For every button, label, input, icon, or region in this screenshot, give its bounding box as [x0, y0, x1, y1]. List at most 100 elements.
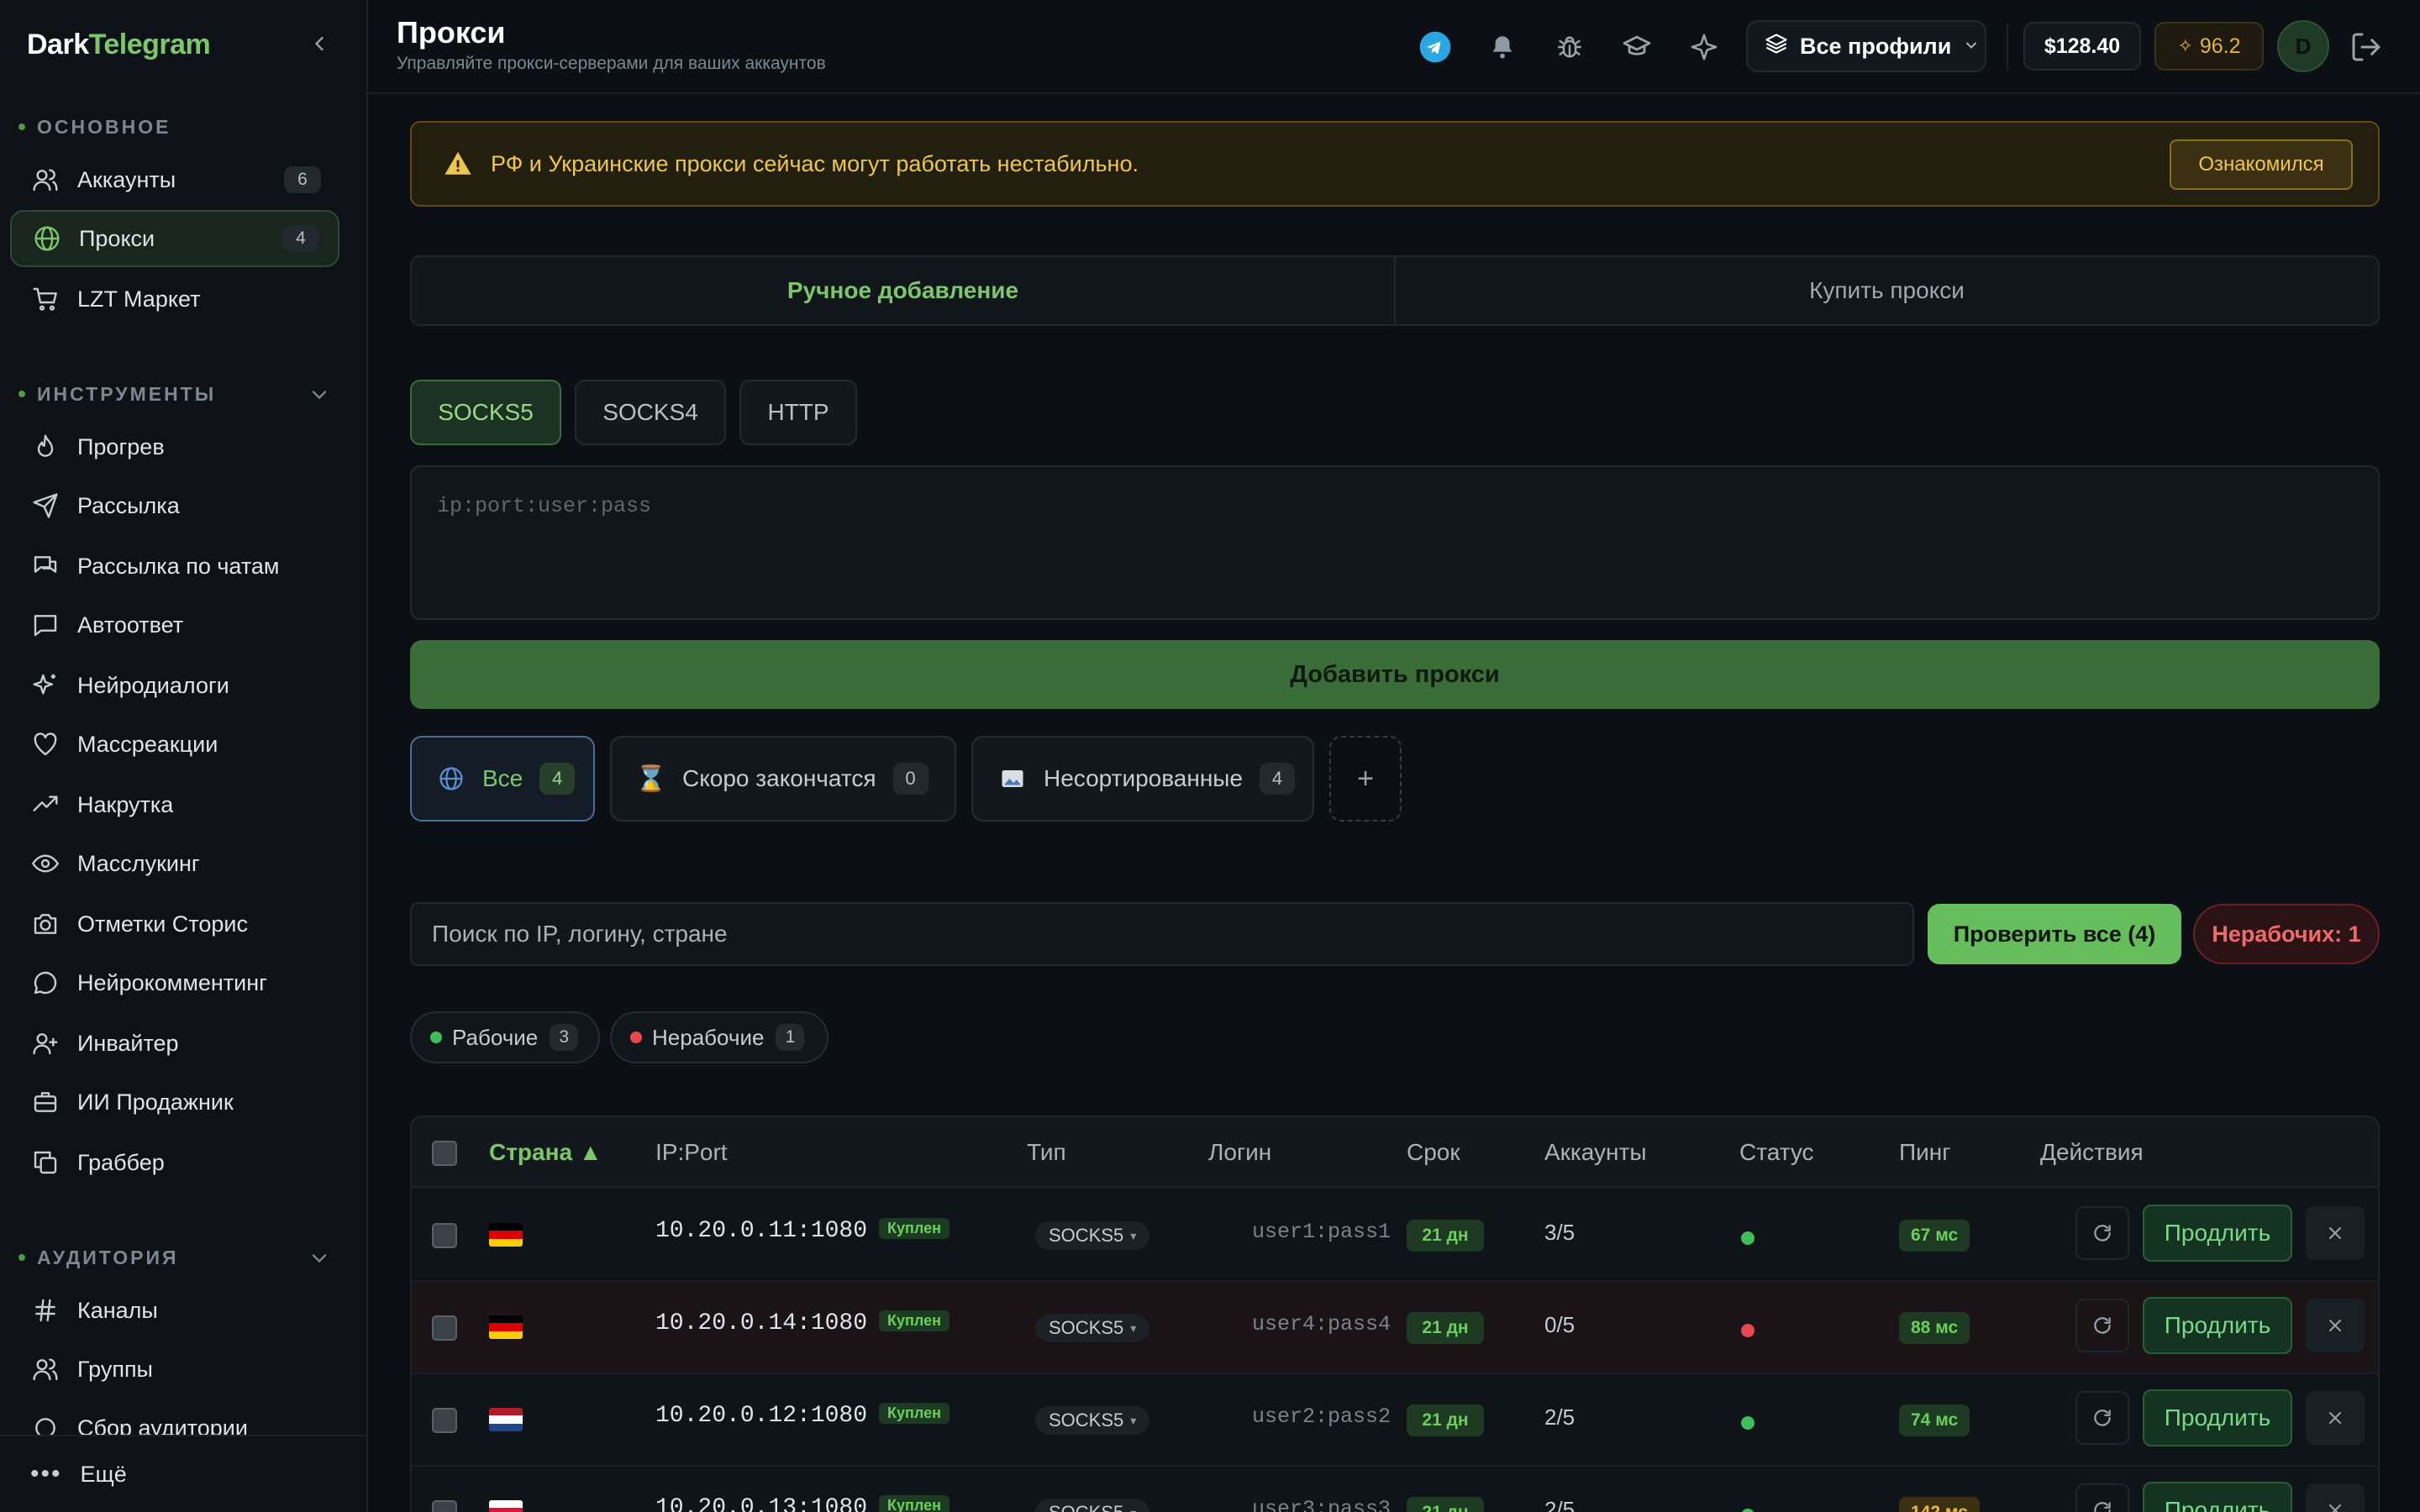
search-input[interactable]: Поиск по IP, логину, стране [410, 902, 1914, 966]
column-ipport[interactable]: IP:Port [655, 1139, 728, 1166]
delete-button[interactable] [2306, 1391, 2365, 1445]
filter-not-working[interactable]: Нерабочие 1 [610, 1011, 829, 1063]
ping-badge: 88 мс [1899, 1312, 1970, 1344]
sidebar-item-story-tags[interactable]: Отметки Сторис [10, 895, 339, 953]
column-accounts[interactable]: Аккаунты [1544, 1139, 1646, 1166]
sidebar-item-lzt-market[interactable]: LZT Маркет [10, 270, 339, 328]
extend-button[interactable]: Продлить [2143, 1482, 2292, 1512]
sidebar-item-inviter[interactable]: Инвайтер [10, 1015, 339, 1072]
delete-button[interactable] [2306, 1483, 2365, 1512]
sidebar-item-proxies[interactable]: Прокси 4 [10, 210, 339, 267]
status-dot [1741, 1324, 1754, 1337]
column-login[interactable]: Логин [1208, 1139, 1271, 1166]
telegram-icon[interactable] [1418, 30, 1452, 64]
chevron-down-icon[interactable] [308, 1247, 331, 1270]
sidebar-item-label: Нейрокомментинг [77, 969, 268, 995]
status-dot [1741, 1416, 1754, 1430]
group-expiring-soon[interactable]: ⌛ Скоро закончатся 0 [610, 736, 956, 822]
filter-count: 1 [776, 1024, 805, 1051]
select-all-checkbox[interactable] [432, 1141, 457, 1166]
delete-button[interactable] [2306, 1299, 2365, 1352]
proxy-type-select[interactable]: SOCKS5▾ [1035, 1499, 1150, 1512]
section-tools-header[interactable]: ИНСТРУМЕНТЫ [18, 381, 216, 407]
tab-manual-add[interactable]: Ручное добавление [412, 257, 1396, 324]
dropdown-caret-icon: ▾ [1130, 1228, 1137, 1242]
sidebar-item-mailing[interactable]: Рассылка [10, 477, 339, 534]
column-status[interactable]: Статус [1739, 1139, 1814, 1166]
proxy-ip: 10.20.0.11:1080 Куплен [655, 1218, 950, 1244]
proxy-login: user2:pass2 [1252, 1404, 1392, 1429]
sidebar-more-button[interactable]: ••• Ещё [0, 1435, 366, 1512]
refresh-button[interactable] [2075, 1299, 2129, 1352]
sidebar-item-label: Каналы [77, 1297, 158, 1323]
proxy-input[interactable]: ip:port:user:pass [410, 465, 2380, 620]
extend-button[interactable]: Продлить [2143, 1389, 2292, 1446]
sidebar-item-neurocommenting[interactable]: Нейрокомментинг [10, 954, 339, 1011]
proxy-ip: 10.20.0.12:1080 Куплен [655, 1403, 950, 1429]
sidebar-item-autoreply[interactable]: Автоответ [10, 596, 339, 654]
extend-button[interactable]: Продлить [2143, 1205, 2292, 1262]
app-logo[interactable]: DarkTelegram [27, 29, 211, 61]
avatar[interactable]: D [2277, 20, 2329, 72]
extend-button[interactable]: Продлить [2143, 1297, 2292, 1354]
add-proxy-button[interactable]: Добавить прокси [410, 640, 2380, 709]
sidebar-item-boost[interactable]: Накрутка [10, 776, 339, 833]
sidebar-item-grabber[interactable]: Граббер [10, 1134, 339, 1191]
column-country[interactable]: Страна ▲ [489, 1139, 602, 1166]
refresh-icon [2094, 1225, 2111, 1242]
sparkle-icon[interactable] [1687, 30, 1721, 64]
proxy-type-select[interactable]: SOCKS5▾ [1035, 1406, 1150, 1435]
balance-badge[interactable]: $128.40 [2023, 22, 2141, 71]
row-checkbox[interactable] [432, 1223, 457, 1248]
protocol-http-button[interactable]: HTTP [739, 380, 857, 445]
bug-icon[interactable] [1553, 30, 1586, 64]
group-count: 4 [1260, 763, 1296, 795]
row-checkbox[interactable] [432, 1408, 457, 1433]
row-checkbox[interactable] [432, 1500, 457, 1512]
protocol-socks5-button[interactable]: SOCKS5 [410, 380, 561, 445]
sidebar-item-warmup[interactable]: Прогрев [10, 418, 339, 475]
broken-proxies-button[interactable]: Нерабочих: 1 [2193, 904, 2380, 964]
column-type[interactable]: Тип [1027, 1139, 1066, 1166]
sidebar-item-groups[interactable]: Группы [10, 1341, 339, 1398]
column-term[interactable]: Срок [1407, 1139, 1460, 1166]
column-ping[interactable]: Пинг [1899, 1139, 1950, 1166]
refresh-button[interactable] [2075, 1206, 2129, 1260]
add-group-button[interactable]: + [1329, 736, 1402, 822]
profile-select[interactable]: Все профили [1746, 20, 1986, 72]
proxy-type-select[interactable]: SOCKS5▾ [1035, 1221, 1150, 1250]
proxy-type-select[interactable]: SOCKS5▾ [1035, 1314, 1150, 1342]
term-badge: 21 дн [1407, 1312, 1484, 1344]
trending-up-icon [30, 790, 60, 820]
sidebar-item-ai-seller[interactable]: ИИ Продажник [10, 1074, 339, 1131]
protocol-socks4-button[interactable]: SOCKS4 [575, 380, 726, 445]
sidebar-item-mass-reactions[interactable]: Массреакции [10, 716, 339, 773]
group-all[interactable]: Все 4 [410, 736, 595, 822]
sidebar-item-channels[interactable]: Каналы [10, 1282, 339, 1339]
filter-working[interactable]: Рабочие 3 [410, 1011, 600, 1063]
sidebar-item-chat-mailing[interactable]: Рассылка по чатам [10, 538, 339, 595]
group-unsorted[interactable]: Несортированные 4 [971, 736, 1314, 822]
profile-select-value: Все профили [1800, 33, 1952, 59]
acknowledge-button[interactable]: Ознакомился [2170, 139, 2353, 190]
chevron-down-icon[interactable] [308, 383, 331, 407]
bell-icon[interactable] [1486, 30, 1519, 64]
refresh-button[interactable] [2075, 1483, 2129, 1512]
sidebar-item-accounts[interactable]: Аккаунты 6 [10, 151, 339, 208]
sidebar-item-masslooking[interactable]: Масслукинг [10, 835, 339, 892]
graduation-cap-icon[interactable] [1620, 30, 1654, 64]
collapse-sidebar-icon[interactable] [308, 32, 331, 55]
sidebar-item-label: Массреакции [77, 731, 218, 757]
ping-badge: 67 мс [1899, 1220, 1970, 1252]
check-all-button[interactable]: Проверить все (4) [1928, 904, 2181, 964]
tab-buy-proxy[interactable]: Купить прокси [1396, 257, 2378, 324]
accounts-usage: 2/5 [1544, 1404, 1576, 1430]
row-checkbox[interactable] [432, 1315, 457, 1341]
sidebar-item-label: LZT Маркет [77, 286, 201, 312]
stars-badge[interactable]: ✧ 96.2 [2154, 22, 2264, 71]
sidebar-item-neurodialogs[interactable]: Нейродиалоги [10, 657, 339, 714]
logout-icon[interactable] [2349, 30, 2383, 64]
delete-button[interactable] [2306, 1206, 2365, 1260]
section-audience-header[interactable]: АУДИТОРИЯ [18, 1245, 179, 1270]
refresh-button[interactable] [2075, 1391, 2129, 1445]
